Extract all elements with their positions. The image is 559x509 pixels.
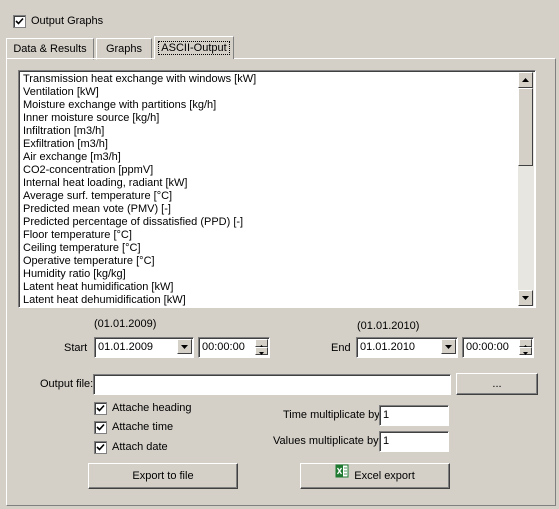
list-item[interactable]: CO2-concentration [ppmV] <box>23 164 153 177</box>
list-item[interactable]: Inner moisture source [kg/h] <box>23 112 159 125</box>
checkmark-icon <box>15 17 24 25</box>
browse-button[interactable]: ... <box>456 373 538 395</box>
start-label: Start <box>64 342 88 354</box>
scroll-thumb[interactable] <box>518 88 533 166</box>
checkmark-icon <box>96 443 105 451</box>
excel-icon <box>335 463 349 487</box>
list-scrollbar[interactable] <box>518 72 534 306</box>
list-item[interactable]: Humidity ratio [kg/kg] <box>23 268 126 281</box>
arrow-up-icon <box>522 78 529 82</box>
checkmark-icon <box>96 423 105 431</box>
attach-date-label: Attach date <box>112 441 168 453</box>
list-item[interactable]: Ventilation [kW] <box>23 86 99 99</box>
end-time-up-button[interactable] <box>519 339 532 348</box>
spin-down-icon <box>523 352 528 355</box>
list-item[interactable]: Transmission heat exchange with windows … <box>23 73 256 86</box>
attach-time-label: Attache time <box>112 421 174 433</box>
list-item[interactable]: Predicted percentage of dissatisfied (PP… <box>23 216 243 229</box>
end-time-field[interactable]: 00:00:00 <box>462 337 534 358</box>
excel-export-button[interactable]: Excel export <box>300 463 450 489</box>
list-item[interactable]: Moisture exchange with partitions [kg/h] <box>23 99 216 112</box>
scroll-up-button[interactable] <box>518 72 533 88</box>
attach-date-checkbox[interactable] <box>94 441 107 454</box>
list-item[interactable]: Average surf. temperature [°C] <box>23 190 172 203</box>
tab-data-results[interactable]: Data & Results <box>6 38 94 60</box>
scroll-down-button[interactable] <box>518 290 533 306</box>
list-item[interactable]: Latent heat dehumidification [kW] <box>23 294 186 307</box>
output-file-input[interactable] <box>93 374 451 395</box>
export-to-file-button[interactable]: Export to file <box>88 463 238 489</box>
chevron-down-icon <box>445 345 452 349</box>
tab-ascii-output[interactable]: ASCII-Output <box>154 36 234 59</box>
list-item[interactable]: Air exchange [m3/h] <box>23 151 121 164</box>
list-item[interactable]: Latent heat humidification [kW] <box>23 281 173 294</box>
start-date-picker[interactable]: 01.01.2009 <box>94 337 194 358</box>
list-item[interactable]: Ceiling temperature [°C] <box>23 242 141 255</box>
output-graphs-label: Output Graphs <box>31 15 104 27</box>
time-multiplier-label: Time multiplicate by <box>283 409 380 421</box>
end-date-picker[interactable]: 01.01.2010 <box>356 337 458 358</box>
attach-heading-label: Attache heading <box>112 402 192 414</box>
start-time-down-button[interactable] <box>255 347 268 355</box>
list-item[interactable]: Exfiltration [m3/h] <box>23 138 108 151</box>
chevron-down-icon <box>181 345 188 349</box>
start-date-dropdown-button[interactable] <box>177 339 192 354</box>
list-item[interactable]: Operative temperature [°C] <box>23 255 155 268</box>
output-graphs-checkbox[interactable] <box>13 15 26 28</box>
values-multiplier-label: Values multiplicate by <box>273 435 379 447</box>
time-multiplier-input[interactable]: 1 <box>379 405 449 426</box>
list-item[interactable]: Floor temperature [°C] <box>23 229 132 242</box>
list-item[interactable]: Predicted mean vote (PMV) [-] <box>23 203 171 216</box>
arrow-down-icon <box>522 296 529 300</box>
end-label: End <box>331 342 351 354</box>
start-date-hint: (01.01.2009) <box>94 318 157 330</box>
end-date-hint: (01.01.2010) <box>357 320 420 332</box>
attach-time-checkbox[interactable] <box>94 421 107 434</box>
end-time-down-button[interactable] <box>519 347 532 355</box>
variable-list[interactable]: Transmission heat exchange with windows … <box>18 70 536 308</box>
tab-graphs[interactable]: Graphs <box>96 38 152 60</box>
attach-heading-checkbox[interactable] <box>94 402 107 415</box>
list-item[interactable]: Infiltration [m3/h] <box>23 125 104 138</box>
checkmark-icon <box>96 404 105 412</box>
start-time-field[interactable]: 00:00:00 <box>198 337 270 358</box>
end-date-dropdown-button[interactable] <box>441 339 456 354</box>
values-multiplier-input[interactable]: 1 <box>379 431 449 452</box>
list-item[interactable]: Internal heat loading, radiant [kW] <box>23 177 187 190</box>
start-time-up-button[interactable] <box>255 339 268 348</box>
spin-down-icon <box>259 352 264 355</box>
output-file-label: Output file: <box>40 378 94 390</box>
